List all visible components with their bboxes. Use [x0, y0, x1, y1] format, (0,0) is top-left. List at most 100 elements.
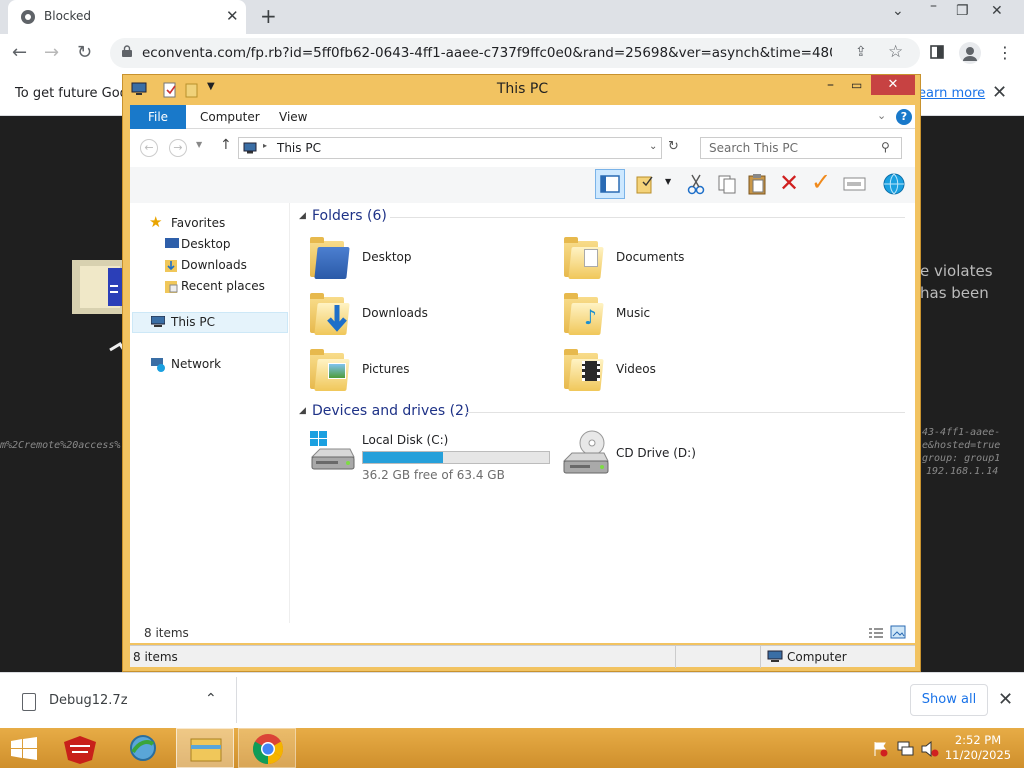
show-all-button[interactable]: Show all: [910, 684, 988, 716]
refresh-icon[interactable]: ↻: [668, 139, 679, 154]
breadcrumb-chevron-icon[interactable]: ▸: [263, 141, 267, 150]
devices-collapse-icon[interactable]: ◢: [299, 406, 306, 416]
nav-desktop[interactable]: Desktop: [165, 237, 231, 251]
browser-tab[interactable]: Blocked ✕: [8, 0, 246, 34]
help-icon[interactable]: ?: [896, 109, 912, 125]
properties-dropdown-icon[interactable]: ▼: [665, 177, 671, 186]
forward-arrow-icon[interactable]: →: [44, 42, 59, 63]
delete-icon[interactable]: ✕: [779, 169, 799, 197]
download-menu-chevron-icon[interactable]: ⌃: [205, 691, 217, 707]
folder-item-desktop[interactable]: Desktop: [310, 233, 550, 285]
copy-icon[interactable]: [716, 173, 738, 195]
nav-desktop-label: Desktop: [181, 237, 231, 251]
download-bar-close-icon[interactable]: ✕: [998, 689, 1013, 710]
address-bar[interactable]: econventa.com/fp.rb?id=5ff0fb62-0643-4ff…: [110, 38, 920, 68]
back-arrow-icon[interactable]: ←: [12, 42, 27, 63]
explorer-address-bar[interactable]: ▸ This PC ⌄: [238, 137, 662, 159]
drive-item-c[interactable]: Local Disk (C:) 36.2 GB free of 63.4 GB: [308, 429, 553, 482]
share-icon[interactable]: ⇪: [855, 44, 867, 60]
large-icons-view-icon[interactable]: [890, 625, 906, 639]
content-pane: ◢ Folders (6) Desktop Documents Download…: [290, 203, 915, 643]
explorer-forward-icon[interactable]: →: [169, 139, 187, 157]
ribbon-tab-computer[interactable]: Computer: [200, 110, 260, 124]
address-row: ← → ▼ ↑ ▸ This PC ⌄ ↻ Search This PC ⚲: [130, 129, 915, 167]
folder-item-music[interactable]: ♪ Music: [564, 289, 804, 341]
folders-header[interactable]: Folders (6): [312, 208, 387, 224]
new-tab-button[interactable]: +: [260, 4, 277, 28]
preview-pane-button[interactable]: [595, 169, 625, 199]
explorer-window[interactable]: ▼ This PC – ▭ ✕ File Computer View ⌄ ? ←…: [122, 74, 921, 672]
taskbar-app-red-icon[interactable]: [60, 734, 100, 764]
drive-item-d[interactable]: CD Drive (D:): [562, 429, 802, 481]
computer-icon: [151, 316, 165, 327]
explorer-minimize-button[interactable]: –: [827, 77, 834, 93]
drive-c-free-text: 36.2 GB free of 63.4 GB: [362, 468, 505, 482]
taskbar-chrome-button[interactable]: [238, 728, 296, 768]
download-filename[interactable]: Debug12.7z: [49, 693, 128, 708]
person-icon: [963, 47, 977, 61]
rename-check-icon[interactable]: ✓: [811, 168, 831, 196]
volume-muted-icon[interactable]: [921, 741, 939, 757]
search-placeholder: Search This PC: [709, 141, 798, 155]
recent-locations-icon[interactable]: ▼: [196, 140, 202, 149]
network-tray-icon[interactable]: [897, 741, 915, 757]
nav-network[interactable]: Network: [151, 357, 221, 372]
cut-icon[interactable]: [686, 173, 706, 195]
info-bar-close-icon[interactable]: ✕: [992, 82, 1007, 103]
profile-avatar[interactable]: [959, 42, 981, 64]
preview-pane-icon: [600, 175, 620, 193]
network-globe-icon[interactable]: [882, 172, 906, 196]
explorer-back-icon[interactable]: ←: [140, 139, 158, 157]
folder-label: Downloads: [362, 306, 428, 320]
restore-button[interactable]: ❐: [956, 3, 969, 19]
folder-item-documents[interactable]: Documents: [564, 233, 804, 285]
ribbon-expand-chevron-icon[interactable]: ⌄: [877, 109, 886, 122]
learn-more-link[interactable]: earn more: [918, 86, 985, 101]
bookmark-star-icon[interactable]: ☆: [888, 42, 903, 62]
taskbar-clock[interactable]: 2:52 PM 11/20/2025: [940, 733, 1016, 763]
lock-icon[interactable]: [122, 45, 132, 57]
devices-header[interactable]: Devices and drives (2): [312, 403, 469, 419]
reload-icon[interactable]: ↻: [77, 42, 92, 63]
minimize-button[interactable]: –: [930, 0, 937, 14]
folder-item-downloads[interactable]: Downloads: [310, 289, 550, 341]
nav-recent-places[interactable]: Recent places: [165, 279, 265, 293]
up-arrow-icon[interactable]: ↑: [220, 137, 232, 153]
url-text[interactable]: econventa.com/fp.rb?id=5ff0fb62-0643-4ff…: [142, 45, 832, 61]
taskbar-ie-icon[interactable]: [125, 732, 161, 764]
windows-start-icon[interactable]: [10, 737, 40, 761]
status-divider: [760, 646, 761, 668]
command-bar: ▼ ✕ ✓: [130, 167, 915, 203]
window-close-button[interactable]: ✕: [991, 3, 1003, 19]
more-menu-icon[interactable]: ⋮: [997, 43, 1013, 62]
drive-c-label: Local Disk (C:): [362, 433, 449, 447]
explorer-close-button[interactable]: ✕: [871, 75, 915, 95]
search-input[interactable]: Search This PC ⚲: [700, 137, 902, 159]
explorer-folder-icon: [190, 738, 222, 762]
address-text[interactable]: This PC: [277, 141, 321, 155]
details-view-icon[interactable]: [868, 626, 884, 640]
ribbon-tab-file[interactable]: File: [130, 105, 186, 129]
search-icon[interactable]: ⚲: [881, 140, 890, 154]
properties-check-icon[interactable]: [635, 173, 657, 195]
side-panel-icon[interactable]: [930, 45, 944, 59]
folder-item-videos[interactable]: Videos: [564, 345, 804, 397]
nav-favorites[interactable]: ★ Favorites: [149, 213, 225, 231]
action-center-flag-icon[interactable]: [873, 741, 889, 757]
computer-status-icon: [767, 650, 783, 662]
tab-search-icon[interactable]: ⌄: [892, 3, 904, 19]
address-dropdown-icon[interactable]: ⌄: [649, 141, 657, 152]
rename-field-icon[interactable]: [843, 175, 867, 193]
folder-item-pictures[interactable]: Pictures: [310, 345, 550, 397]
navigation-pane: ★ Favorites Desktop Downloads Recent pla…: [130, 203, 290, 643]
taskbar-explorer-button[interactable]: [176, 728, 234, 768]
paste-icon[interactable]: [746, 172, 768, 196]
file-icon: [22, 693, 36, 711]
nav-downloads[interactable]: Downloads: [165, 258, 247, 272]
ribbon-tab-view[interactable]: View: [279, 110, 307, 124]
nav-this-pc[interactable]: This PC: [151, 315, 215, 329]
tab-close-icon[interactable]: ✕: [226, 7, 239, 25]
folders-collapse-icon[interactable]: ◢: [299, 211, 306, 221]
explorer-maximize-button[interactable]: ▭: [851, 78, 862, 92]
this-pc-small-icon: [243, 142, 257, 154]
